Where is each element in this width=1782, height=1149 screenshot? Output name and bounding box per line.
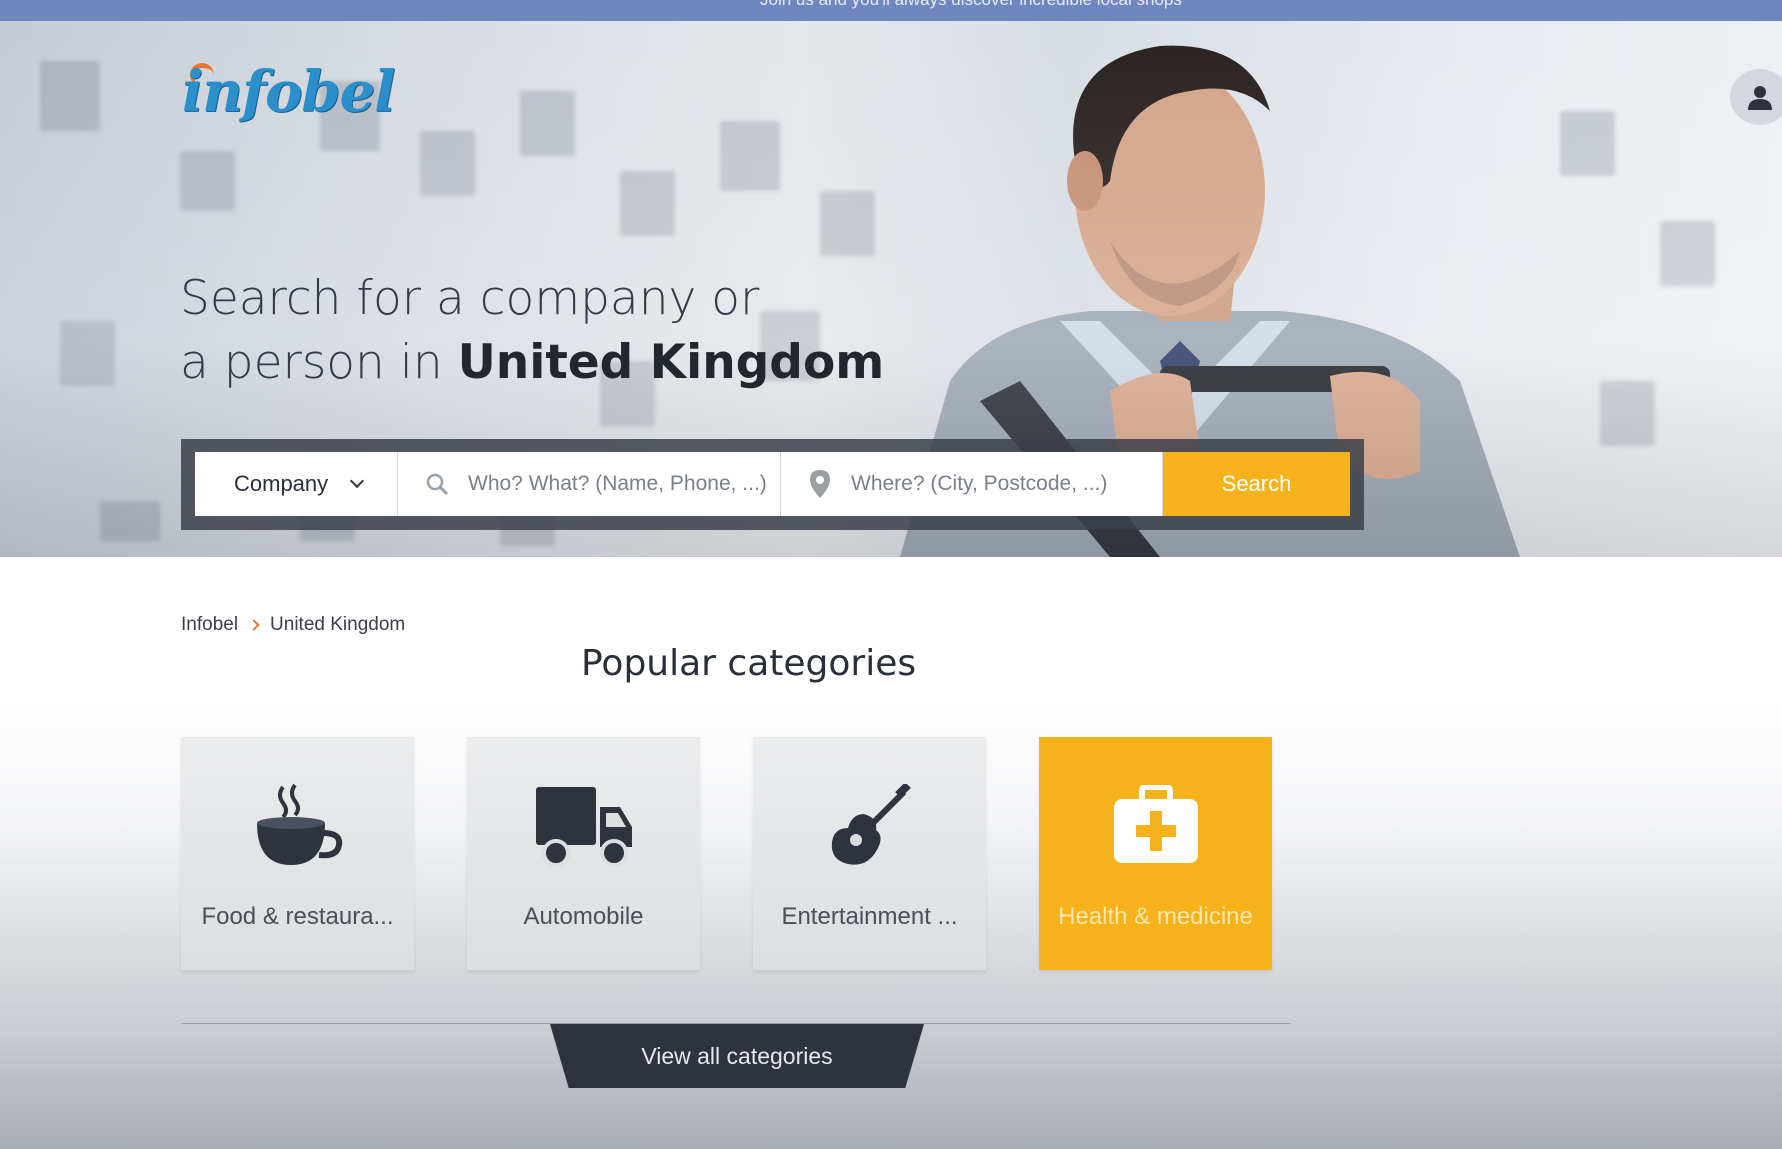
search-bar: Company Who? What? (Name, Phone, ...) Wh… xyxy=(181,439,1364,530)
announcement-strip[interactable]: Join us and you'll always discover incre… xyxy=(0,0,1782,21)
chevron-down-icon xyxy=(350,473,365,489)
categories-section: Infobel United Kingdom Popular categorie… xyxy=(0,557,1782,1149)
who-input[interactable] xyxy=(468,472,768,496)
infobel-logo[interactable]: infobel xyxy=(182,59,395,125)
category-card-food[interactable]: Food & restaura... xyxy=(181,737,414,970)
breadcrumb-item-infobel[interactable]: Infobel xyxy=(181,614,238,636)
headline-line-1: Search for a company or xyxy=(180,271,760,326)
section-divider xyxy=(181,1023,1291,1024)
search-type-value: Company xyxy=(234,471,329,496)
section-title: Popular categories xyxy=(581,643,917,684)
category-card-entertainment[interactable]: Entertainment ... xyxy=(753,737,986,970)
coffee-cup-icon xyxy=(253,781,343,871)
headline-line-2: a person in United Kingdom xyxy=(180,331,884,395)
account-button[interactable] xyxy=(1730,69,1782,125)
category-label: Automobile xyxy=(523,903,644,930)
category-cards: Food & restaura... Automobile Entertainm… xyxy=(181,737,1272,970)
category-label: Entertainment ... xyxy=(781,903,958,930)
announcement-text: Join us and you'll always discover incre… xyxy=(760,0,1182,10)
hero-headline: Search for a company or a person in Unit… xyxy=(180,267,884,395)
search-form: Company Who? What? (Name, Phone, ...) Wh… xyxy=(195,452,1350,516)
where-input[interactable] xyxy=(851,472,1151,496)
search-icon xyxy=(412,472,462,496)
search-type-select[interactable]: Company xyxy=(195,452,398,516)
page: Join us and you'll always discover incre… xyxy=(0,0,1782,1149)
first-aid-kit-icon xyxy=(1112,781,1200,871)
where-field xyxy=(781,452,1163,516)
truck-icon xyxy=(534,781,634,871)
headline-prefix: a person in xyxy=(180,335,458,390)
headline-country: United Kingdom xyxy=(457,335,885,390)
category-label: Health & medicine xyxy=(1058,903,1253,930)
view-all-categories-button[interactable]: View all categories xyxy=(550,1024,924,1088)
breadcrumb: Infobel United Kingdom xyxy=(181,614,405,636)
category-label: Food & restaura... xyxy=(201,903,394,930)
category-card-health[interactable]: Health & medicine xyxy=(1039,737,1272,970)
search-button[interactable]: Search xyxy=(1163,452,1350,516)
who-field xyxy=(398,452,781,516)
user-icon xyxy=(1748,86,1772,110)
breadcrumb-item-current: United Kingdom xyxy=(270,614,406,635)
guitar-icon xyxy=(828,781,912,871)
chevron-right-icon xyxy=(248,619,260,631)
category-card-automobile[interactable]: Automobile xyxy=(467,737,700,970)
hero-banner: infobel Search for a company or a person… xyxy=(0,21,1782,557)
map-pin-icon xyxy=(795,470,845,498)
